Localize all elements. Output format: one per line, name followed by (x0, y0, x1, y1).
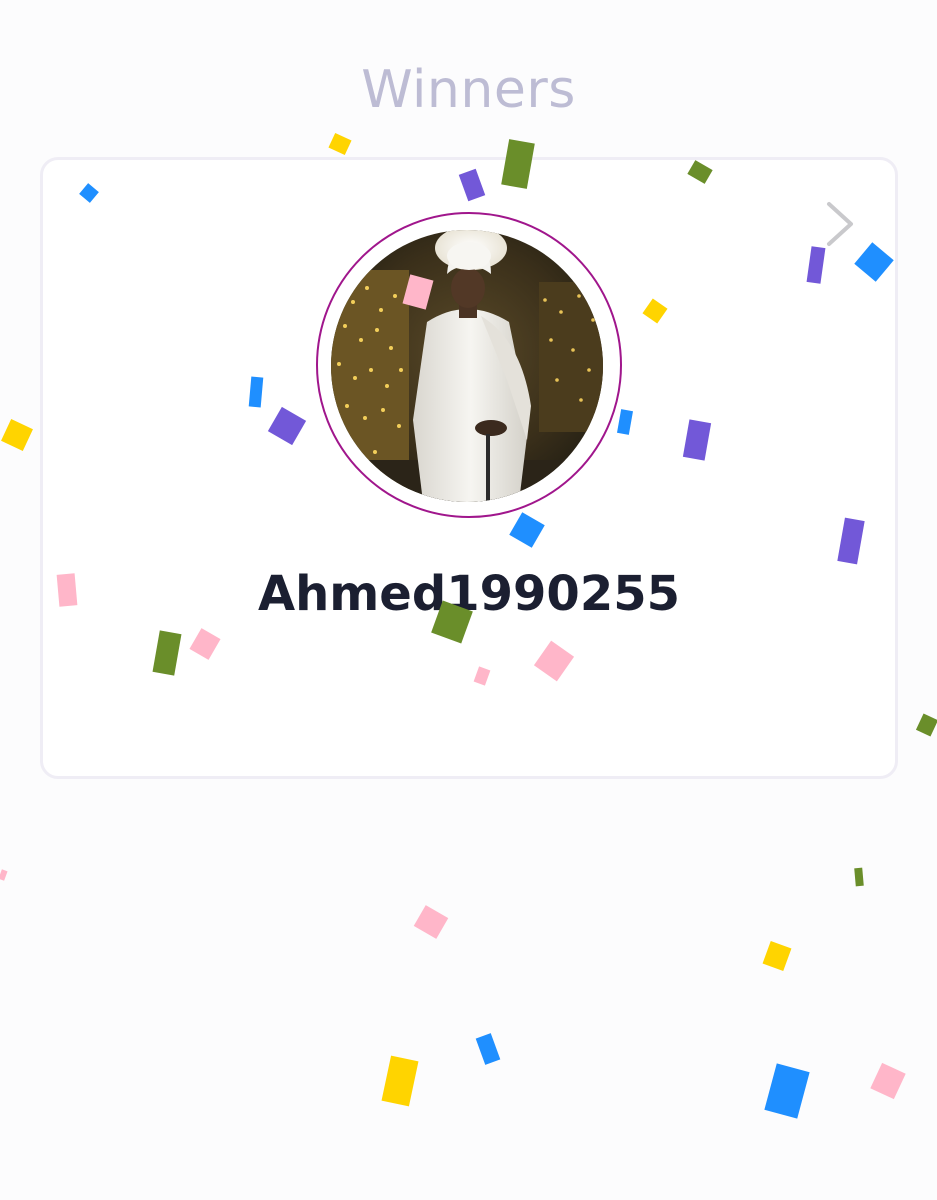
winner-card: Ahmed1990255 (40, 157, 898, 779)
next-winner-button[interactable] (821, 198, 861, 250)
confetti-piece (764, 1063, 810, 1119)
confetti-piece (413, 905, 449, 939)
confetti-piece (381, 1055, 419, 1107)
winner-profile-photo-icon (331, 230, 603, 502)
chevron-right-icon (827, 202, 853, 246)
confetti-piece (762, 940, 792, 972)
confetti-piece (854, 867, 864, 887)
confetti-piece (1, 419, 33, 451)
page-title: Winners (361, 60, 576, 120)
confetti-piece (328, 132, 352, 156)
winner-avatar[interactable] (331, 230, 603, 502)
winner-username: Ahmed1990255 (257, 566, 681, 622)
confetti-piece (0, 869, 8, 881)
confetti-piece (475, 1033, 501, 1065)
confetti-piece (915, 713, 937, 737)
confetti-piece (870, 1062, 906, 1100)
